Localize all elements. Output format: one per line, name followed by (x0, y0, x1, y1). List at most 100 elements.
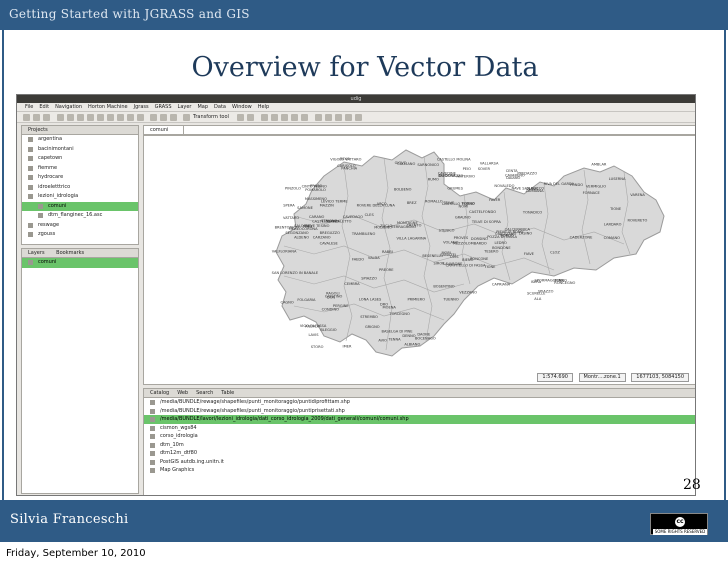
map-label: FIAVE (524, 252, 535, 256)
save-icon[interactable] (43, 114, 50, 121)
map-label: CENTA (506, 169, 518, 173)
tab-layers[interactable]: Layers (28, 250, 45, 256)
menu-item[interactable]: Jgrass (134, 104, 149, 110)
catalog-item[interactable]: /media/BUNDLE/rewage/shapefiles/punti_mo… (144, 398, 695, 407)
tool-icon[interactable] (77, 114, 84, 121)
catalog-item[interactable]: Map Graphics (144, 466, 695, 475)
tool-icon[interactable] (57, 114, 64, 121)
tool-icon[interactable] (301, 114, 308, 121)
map-label: PIEVE TESINO (305, 224, 330, 228)
map-label: NOMI (459, 205, 469, 209)
crs-readout[interactable]: Montr....zone.1 (578, 373, 626, 382)
catalog-tabs: Catalog Web Search Table (144, 389, 695, 398)
map-label: IMER (343, 344, 352, 348)
map-label: TESERO (483, 250, 499, 254)
new-icon[interactable] (23, 114, 30, 121)
catalog-item[interactable]: PostGIS autdb.ing.unitn.it (144, 458, 695, 467)
menu-item[interactable]: Navigation (55, 104, 82, 110)
map-label: TIONE (609, 207, 622, 211)
menu-item[interactable]: Help (258, 104, 269, 110)
scale-readout[interactable]: 1:574.690 (537, 373, 573, 382)
menu-item[interactable]: Edit (39, 104, 49, 110)
author-name: Silvia Franceschi (10, 512, 129, 527)
project-item[interactable]: idroeletttrico (22, 183, 138, 193)
project-item[interactable]: dtm_flanginec_16.asc (22, 211, 138, 221)
tool-icon[interactable] (281, 114, 288, 121)
map-label: FOLGARIA (297, 298, 316, 302)
catalog-tab[interactable]: Table (221, 390, 234, 396)
menu-item[interactable]: File (25, 104, 33, 110)
catalog-item[interactable]: /media/BUNDLE/lavori/lezioni_idrologia/d… (144, 415, 695, 424)
tool-icon[interactable] (97, 114, 104, 121)
catalog-item[interactable]: /media/BUNDLE/rewage/shapefiles/punti_mo… (144, 407, 695, 416)
tool-icon[interactable] (355, 114, 362, 121)
catalog-tab[interactable]: Catalog (150, 390, 169, 396)
map-label: ZUCLO (380, 224, 392, 228)
tab-map-comuni[interactable]: comuni (144, 126, 184, 135)
catalog-item[interactable]: dtm12m_dtf80 (144, 449, 695, 458)
project-item[interactable]: comuni (22, 201, 138, 211)
map-label: CAVEDAGO (343, 215, 363, 219)
map-label: PROVES (454, 236, 469, 240)
tool-icon[interactable] (87, 114, 94, 121)
tool-icon[interactable] (117, 114, 124, 121)
tool-icon[interactable] (291, 114, 298, 121)
menu-item[interactable]: Layer (178, 104, 192, 110)
page-number: 28 (683, 477, 701, 493)
project-item[interactable]: reswage (22, 221, 138, 231)
project-item[interactable]: lezioni_idrologia (22, 192, 138, 202)
tool-icon[interactable] (271, 114, 278, 121)
catalog-tab[interactable]: Search (196, 390, 213, 396)
tool-icon[interactable] (345, 114, 352, 121)
tool-icon[interactable] (247, 114, 254, 121)
catalog-item[interactable]: corso_idrologia (144, 432, 695, 441)
project-item[interactable]: zgouss (22, 230, 138, 240)
menu-item[interactable]: Window (232, 104, 252, 110)
menu-item[interactable]: Data (214, 104, 226, 110)
tool-icon[interactable] (137, 114, 144, 121)
map-label: DAIANO (506, 176, 520, 180)
map-label: RAGOLI (326, 292, 339, 296)
app-screenshot: udig File Edit Navigation Horton Machine Jgr… (16, 94, 696, 496)
tool-icon[interactable] (127, 114, 134, 121)
open-icon[interactable] (33, 114, 40, 121)
map-label: LARDARO (604, 223, 622, 227)
map-canvas[interactable]: CAMPITELLO DI FASSA MAZZIN CANAZEI VIGO DI … (143, 135, 695, 385)
map-label: STENICO (439, 229, 455, 233)
catalog-tab[interactable]: Web (177, 390, 188, 396)
catalog-item[interactable]: cismon_wgs84 (144, 424, 695, 433)
tool-icon[interactable] (67, 114, 74, 121)
map-svg: CAMPITELLO DI FASSAMAZZINCANAZEIVIGO DI … (272, 149, 665, 357)
map-label: POMAROLO (305, 188, 326, 192)
map-label: BASELGA DI PINE (381, 330, 413, 334)
tool-icon[interactable] (160, 114, 167, 121)
project-item[interactable]: capetown (22, 154, 138, 164)
tool-icon[interactable] (107, 114, 114, 121)
menu-item[interactable]: Map (197, 104, 208, 110)
project-item[interactable]: argentina (22, 135, 138, 145)
map-label: LUSERNA (609, 177, 626, 181)
map-label: COMANO (604, 236, 621, 240)
layer-item[interactable]: comuni (22, 258, 138, 268)
tab-projects[interactable]: Projects (22, 126, 138, 135)
map-label: PINZOLO (285, 186, 301, 190)
tool-icon[interactable] (325, 114, 332, 121)
transform-tool-icon[interactable] (183, 114, 190, 121)
project-item[interactable]: bacinimontani (22, 145, 138, 155)
map-label: CLOZ (550, 251, 560, 255)
tool-icon[interactable] (150, 114, 157, 121)
tool-icon[interactable] (170, 114, 177, 121)
tool-icon[interactable] (335, 114, 342, 121)
tool-icon[interactable] (237, 114, 244, 121)
project-item[interactable]: hydrocare (22, 173, 138, 183)
tool-icon[interactable] (261, 114, 268, 121)
catalog-item[interactable]: dtm_10m (144, 441, 695, 450)
menu-item[interactable]: Horton Machine (88, 104, 128, 110)
map-label: BLEGGIO (320, 328, 336, 332)
tab-bookmarks[interactable]: Bookmarks (56, 250, 84, 256)
map-label: MASSIMENO (305, 197, 327, 201)
project-item[interactable]: fiemme (22, 164, 138, 174)
menu-item[interactable]: GRASS (155, 104, 172, 110)
region-outline (275, 149, 665, 357)
tool-icon[interactable] (315, 114, 322, 121)
